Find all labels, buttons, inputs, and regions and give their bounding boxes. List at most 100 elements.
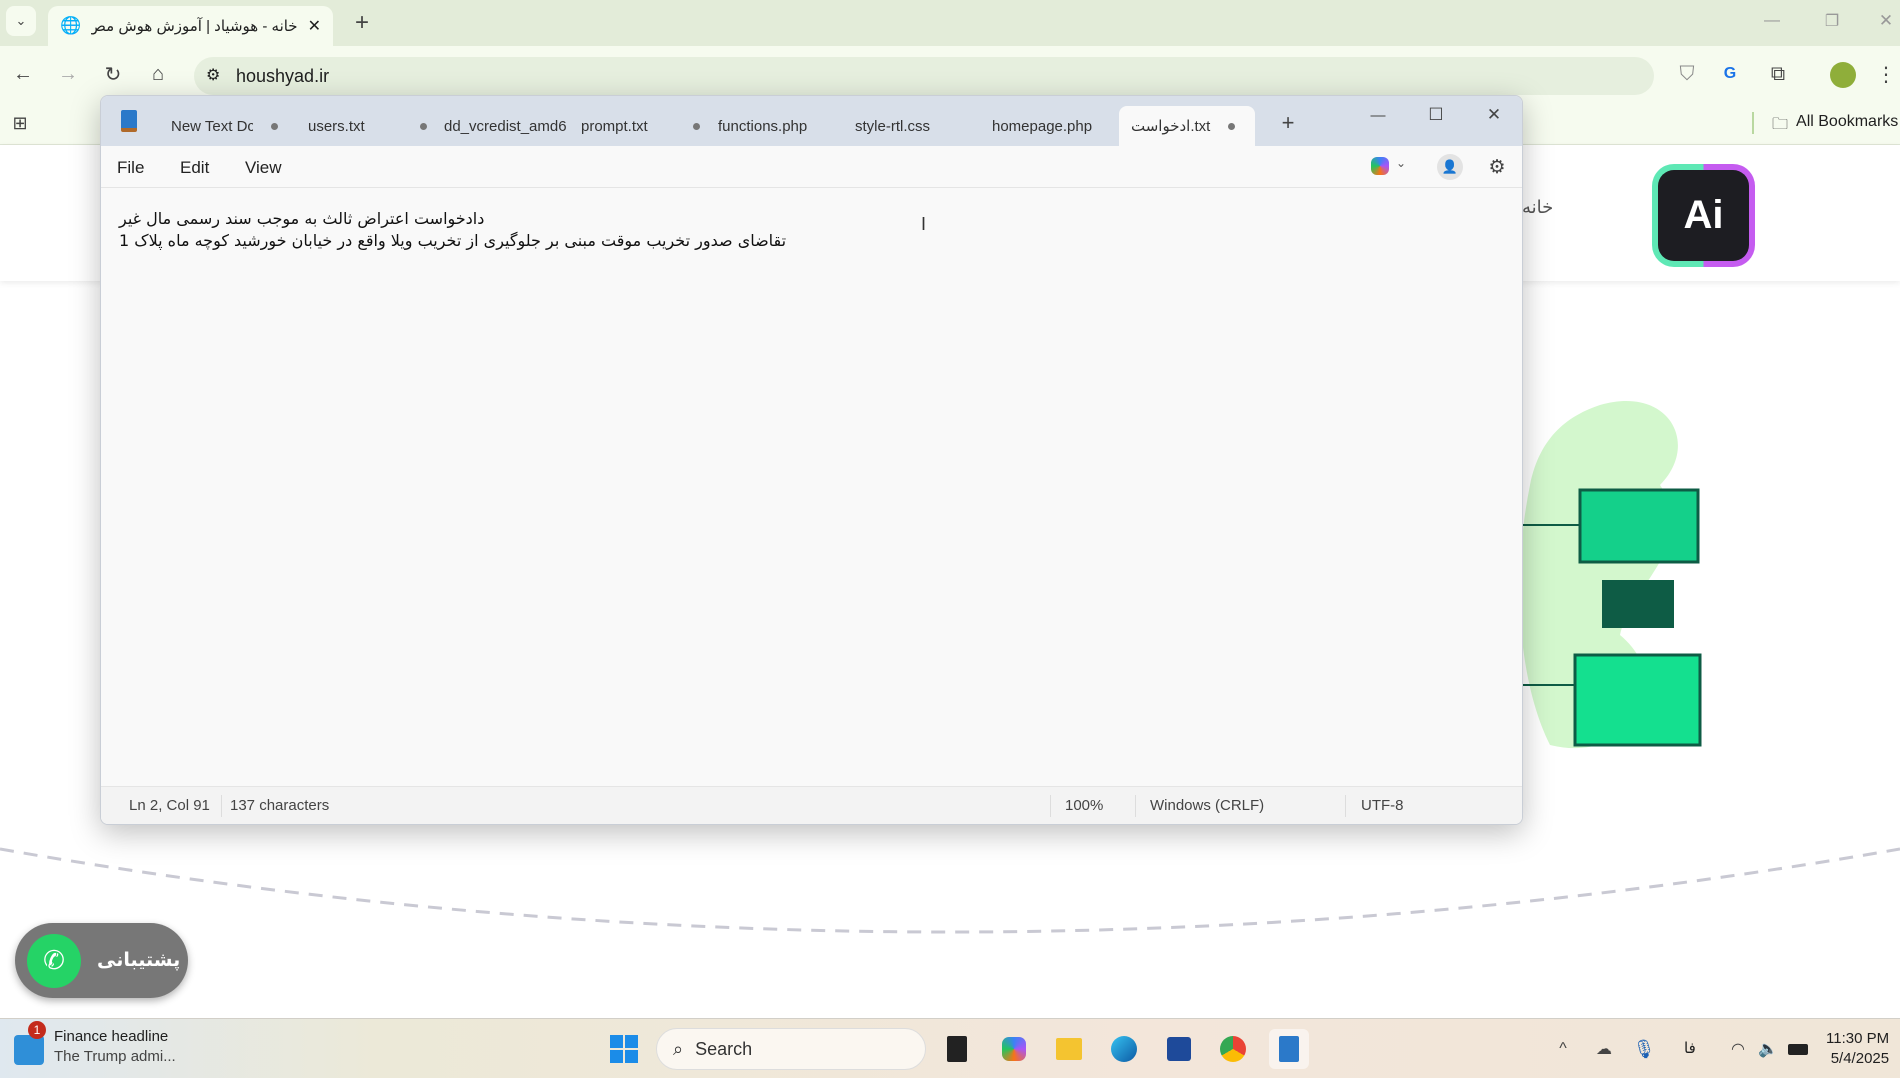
close-tab-icon[interactable]: ✕ [308, 16, 321, 36]
volume-icon[interactable]: 🔈 [1756, 1037, 1780, 1061]
search-icon: ⌕ [673, 1038, 684, 1059]
text-editor[interactable]: دادخواست اعتراض ثالث به موجب سند رسمی ما… [119, 208, 786, 252]
divider [1345, 795, 1346, 817]
divider [1135, 795, 1136, 817]
line-ending[interactable]: Windows (CRLF) [1150, 797, 1264, 814]
news-title: Finance headline [54, 1028, 169, 1045]
notepad-tab[interactable]: homepage.php [992, 106, 1092, 146]
dashed-curve [0, 847, 1900, 934]
microphone-icon[interactable]: 🎙 [1633, 1037, 1656, 1061]
browser-tab-active[interactable]: 🌐 خانه - هوشیاد | آموزش هوش مص ✕ [48, 6, 333, 46]
edge-browser-icon[interactable] [1111, 1036, 1137, 1062]
tab-search-button[interactable]: ⌄ [6, 6, 36, 36]
text-line: دادخواست اعتراض ثالث به موجب سند رسمی ما… [119, 209, 485, 228]
tab-label: style-rtl.css [855, 117, 930, 135]
tab-label: dd_vcredist_amd6 [444, 117, 566, 135]
tab-label: users.txt [308, 117, 365, 135]
tab-title: خانه - هوشیاد | آموزش هوش مص [91, 18, 298, 35]
windows-logo-icon [610, 1035, 638, 1063]
restore-button[interactable]: ❐ [1820, 6, 1844, 36]
profile-avatar[interactable] [1830, 62, 1856, 88]
divider [1050, 795, 1051, 817]
notepad-tab[interactable]: users.txt [308, 106, 427, 146]
forward-icon[interactable]: → [55, 60, 81, 88]
divider [1752, 112, 1754, 134]
unsaved-dot [271, 122, 278, 130]
divider [221, 795, 222, 817]
file-explorer-icon[interactable] [1056, 1038, 1082, 1060]
battery-icon[interactable] [1788, 1044, 1808, 1055]
close-button[interactable]: ✕ [1482, 102, 1506, 128]
copilot-app-icon[interactable] [1002, 1037, 1026, 1061]
tab-label: homepage.php [992, 117, 1093, 135]
logo-text: Ai [1658, 170, 1749, 261]
minimize-button[interactable]: — [1366, 102, 1390, 128]
back-icon[interactable]: ← [10, 60, 36, 88]
site-logo[interactable]: Ai [1652, 164, 1755, 267]
all-bookmarks-label: All Bookmarks [1796, 113, 1899, 130]
copilot-icon[interactable] [1371, 157, 1389, 175]
account-icon[interactable]: 👤 [1437, 154, 1463, 180]
browser-tab-bar: ⌄ 🌐 خانه - هوشیاد | آموزش هوش مص ✕ + — ❐… [0, 0, 1900, 46]
show-hidden-icons[interactable]: ^ [1553, 1037, 1573, 1061]
unsaved-dot [1228, 122, 1236, 130]
character-count: 137 characters [230, 797, 330, 814]
globe-icon: 🌐 [60, 16, 82, 35]
url-text: houshyad.ir [236, 65, 330, 86]
support-whatsapp-button[interactable]: ✆ پشتیبانی [15, 923, 188, 998]
site-info-icon[interactable]: ⚙ [206, 65, 220, 85]
menu-edit[interactable]: Edit [180, 158, 209, 178]
whatsapp-icon: ✆ [27, 933, 81, 988]
menu-view[interactable]: View [245, 158, 282, 178]
taskbar-search[interactable]: ⌕ Search [656, 1028, 926, 1070]
reload-icon[interactable]: ↻ [100, 60, 126, 88]
onedrive-icon[interactable]: ☁ [1592, 1037, 1616, 1061]
tab-label: New Text Dc [171, 117, 253, 135]
notepad-app-icon [121, 110, 137, 132]
extensions-icon[interactable]: ⧉ [1765, 60, 1791, 88]
finance-icon: 1 [14, 1021, 46, 1065]
notepad-tab-strip: New Text Dc users.txt dd_vcredist_amd6 p… [101, 96, 1522, 146]
menu-file[interactable]: File [117, 158, 144, 178]
menu-icon[interactable]: ⋮ [1876, 60, 1896, 88]
all-bookmarks-button[interactable]: 🗀 All Bookmarks [1772, 113, 1898, 140]
language-indicator[interactable]: فا [1684, 1039, 1696, 1057]
terminal-app-icon[interactable] [947, 1036, 967, 1062]
text-cursor-icon: I [921, 214, 927, 234]
folder-icon: 🗀 [1772, 116, 1789, 133]
unsaved-dot [420, 122, 427, 130]
start-button[interactable] [604, 1029, 644, 1069]
translate-icon[interactable]: G [1717, 60, 1743, 88]
date: 5/4/2025 [1830, 1050, 1890, 1067]
chrome-icon[interactable] [1220, 1036, 1246, 1062]
taskbar: 1 Finance headline The Trump admi... ⌕ Se… [0, 1018, 1900, 1078]
notepad-tab[interactable]: style-rtl.css [855, 106, 930, 146]
address-bar[interactable]: ⚙ houshyad.ir [194, 57, 1654, 95]
new-tab-button[interactable]: + [1276, 108, 1300, 138]
home-icon[interactable]: ⌂ [145, 60, 171, 88]
clock[interactable]: 11:30 PM 5/4/2025 [1826, 1029, 1889, 1069]
unsaved-dot [693, 122, 700, 130]
apps-grid-icon[interactable]: ⊞ [8, 111, 32, 135]
notepad-window: New Text Dc users.txt dd_vcredist_amd6 p… [100, 95, 1523, 825]
nav-home-link[interactable]: خانه [1522, 197, 1553, 218]
new-tab-button[interactable]: + [350, 8, 374, 38]
chevron-down-icon[interactable]: ⌄ [1396, 156, 1406, 170]
shield-extension-icon[interactable]: ⛉ [1674, 60, 1700, 88]
store-icon[interactable] [1167, 1037, 1191, 1061]
wifi-icon[interactable]: ◠ [1726, 1037, 1750, 1061]
tab-label: functions.php [718, 117, 808, 135]
notepad-tab[interactable]: functions.php [718, 106, 807, 146]
settings-gear-icon[interactable]: ⚙ [1484, 154, 1510, 180]
zoom-level[interactable]: 100% [1065, 797, 1103, 814]
notepad-taskbar-icon[interactable] [1279, 1036, 1299, 1062]
minimize-button[interactable]: — [1760, 6, 1784, 36]
notepad-tab[interactable]: New Text Dc [171, 106, 278, 146]
notepad-tab-active[interactable]: ادخواست.txt [1119, 106, 1255, 146]
maximize-button[interactable]: ☐ [1424, 102, 1448, 128]
notepad-tab[interactable]: dd_vcredist_amd6 [444, 106, 566, 146]
encoding[interactable]: UTF-8 [1361, 797, 1404, 814]
news-widget[interactable]: 1 Finance headline The Trump admi... [14, 1021, 176, 1067]
close-window-button[interactable]: ✕ [1874, 6, 1898, 36]
notepad-tab[interactable]: prompt.txt [581, 106, 700, 146]
